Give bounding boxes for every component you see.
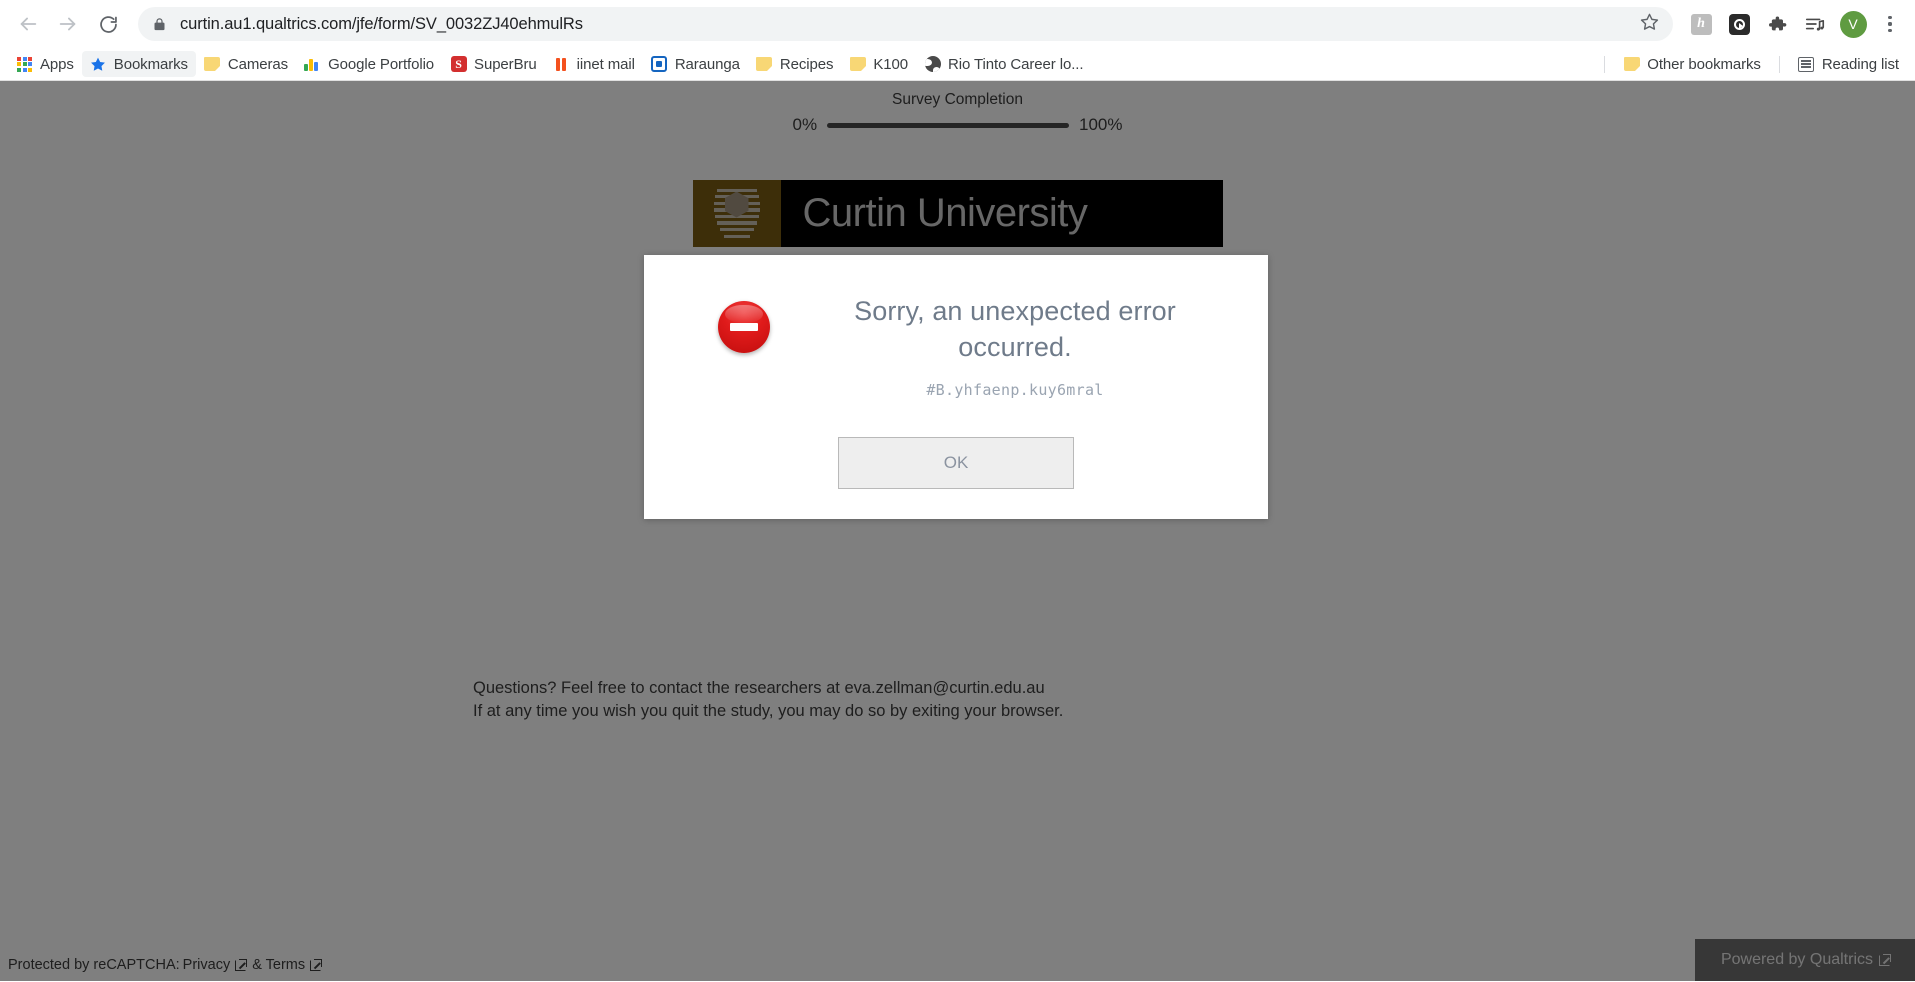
- bookmark-label: Rio Tinto Career lo...: [948, 55, 1084, 73]
- address-bar[interactable]: curtin.au1.qualtrics.com/jfe/form/SV_003…: [138, 7, 1673, 41]
- bookmark-item-iinet-mail[interactable]: iinet mail: [545, 51, 643, 77]
- divider: [1604, 55, 1606, 73]
- other-bookmarks-button[interactable]: Other bookmarks: [1615, 51, 1769, 77]
- bookmark-item-superbru[interactable]: S SuperBru: [442, 51, 545, 77]
- bookmark-label: Apps: [40, 55, 74, 73]
- arrow-right-icon: [59, 17, 76, 31]
- bookmark-label: SuperBru: [474, 55, 537, 73]
- error-dialog-text: Sorry, an unexpected error occurred. #B.…: [814, 293, 1238, 399]
- error-code: #B.yhfaenp.kuy6mral: [926, 381, 1104, 399]
- profile-avatar[interactable]: V: [1837, 8, 1869, 40]
- bookmark-label: Raraunga: [674, 55, 740, 73]
- reload-button[interactable]: [90, 6, 126, 42]
- puzzle-piece-icon: [1769, 16, 1787, 31]
- bookmark-label: Google Portfolio: [328, 55, 435, 73]
- bookmark-label: Cameras: [227, 55, 289, 73]
- lock-icon: [152, 17, 167, 32]
- star-icon: [90, 56, 107, 73]
- reading-list-label: Reading list: [1821, 55, 1899, 73]
- modal-overlay-scrim[interactable]: [0, 81, 1915, 981]
- playlist-music-icon: [1805, 18, 1825, 31]
- hypothesis-extension-icon[interactable]: h: [1685, 8, 1717, 40]
- url-text: curtin.au1.qualtrics.com/jfe/form/SV_003…: [180, 14, 583, 33]
- forward-button[interactable]: [50, 6, 86, 42]
- dark-reader-extension-icon[interactable]: [1723, 8, 1755, 40]
- bookmarks-bar: Apps Bookmarks Cameras Google Portfolio: [0, 48, 1915, 81]
- error-dialog-body: Sorry, an unexpected error occurred. #B.…: [674, 293, 1238, 399]
- media-playlist-icon[interactable]: [1799, 8, 1831, 40]
- error-circle-icon: [718, 301, 770, 353]
- bookmark-item-apps[interactable]: Apps: [8, 51, 82, 77]
- superbru-icon: S: [450, 56, 467, 73]
- bookmark-item-raraunga[interactable]: Raraunga: [643, 51, 748, 77]
- ok-button[interactable]: OK: [838, 437, 1074, 489]
- reading-list-button[interactable]: Reading list: [1790, 51, 1907, 77]
- google-analytics-icon: [304, 56, 321, 73]
- browser-chrome: curtin.au1.qualtrics.com/jfe/form/SV_003…: [0, 0, 1915, 81]
- apps-grid-icon: [16, 56, 33, 73]
- error-dialog-actions: OK: [674, 437, 1238, 489]
- toolbar-extension-icons: h V: [1679, 8, 1905, 40]
- back-button[interactable]: [10, 6, 46, 42]
- three-dot-menu-icon[interactable]: [1875, 8, 1905, 40]
- bookmark-item-recipes[interactable]: Recipes: [748, 51, 842, 77]
- reload-icon: [99, 15, 117, 33]
- bookmarks-bar-right: Other bookmarks Reading list: [1596, 51, 1907, 77]
- browser-toolbar: curtin.au1.qualtrics.com/jfe/form/SV_003…: [0, 0, 1915, 48]
- bookmark-label: K100: [873, 55, 909, 73]
- error-icon-wrapper: [674, 293, 814, 353]
- iinet-icon: [553, 56, 570, 73]
- globe-icon: [924, 56, 941, 73]
- bookmark-item-rio-tinto[interactable]: Rio Tinto Career lo...: [916, 51, 1091, 77]
- raraunga-icon: [651, 56, 668, 73]
- bookmark-star-icon[interactable]: [1630, 12, 1659, 36]
- other-bookmarks-label: Other bookmarks: [1647, 55, 1761, 73]
- error-title: Sorry, an unexpected error occurred.: [854, 296, 1176, 362]
- folder-icon: [849, 56, 866, 73]
- bookmark-item-cameras[interactable]: Cameras: [196, 51, 296, 77]
- extensions-puzzle-icon[interactable]: [1761, 8, 1793, 40]
- folder-icon: [756, 56, 773, 73]
- bookmark-item-google-portfolio[interactable]: Google Portfolio: [296, 51, 442, 77]
- error-dialog: Sorry, an unexpected error occurred. #B.…: [644, 255, 1268, 519]
- bookmark-item-k100[interactable]: K100: [841, 51, 916, 77]
- bookmark-label: Recipes: [779, 55, 834, 73]
- reading-list-icon: [1798, 56, 1815, 73]
- arrow-left-icon: [20, 17, 37, 31]
- survey-page: Survey Completion 0% 100%: [0, 81, 1915, 981]
- folder-icon: [1623, 56, 1640, 73]
- avatar-initial: V: [1839, 10, 1867, 38]
- bookmark-item-bookmarks[interactable]: Bookmarks: [81, 51, 196, 77]
- divider: [1778, 55, 1780, 73]
- folder-icon: [204, 56, 221, 73]
- bookmark-label: Bookmarks: [113, 55, 188, 73]
- bookmark-label: iinet mail: [576, 55, 635, 73]
